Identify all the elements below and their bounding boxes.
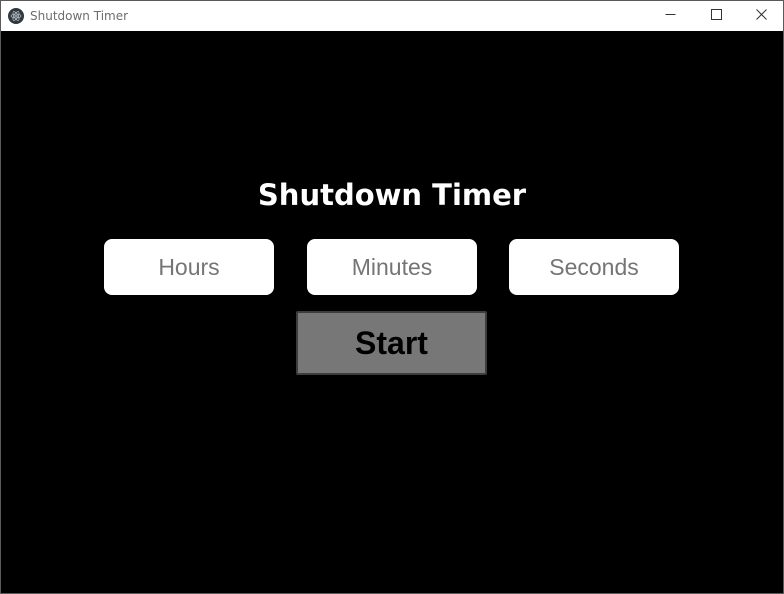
close-button[interactable]	[738, 1, 784, 31]
app-icon	[8, 8, 24, 24]
minimize-icon	[665, 7, 676, 25]
start-button[interactable]: Start	[296, 311, 487, 375]
close-icon	[755, 7, 767, 25]
maximize-icon	[710, 7, 722, 25]
title-bar[interactable]: Shutdown Timer	[1, 1, 783, 31]
window-title: Shutdown Timer	[30, 9, 129, 23]
minutes-input[interactable]	[307, 239, 477, 295]
app-window: Shutdown Timer Shutdown Timer Start	[0, 0, 784, 594]
minimize-button[interactable]	[647, 1, 693, 31]
hours-input[interactable]	[104, 239, 274, 295]
page-title: Shutdown Timer	[257, 178, 527, 212]
maximize-button[interactable]	[693, 1, 739, 31]
seconds-input[interactable]	[509, 239, 679, 295]
main-content: Shutdown Timer Start	[1, 31, 783, 593]
